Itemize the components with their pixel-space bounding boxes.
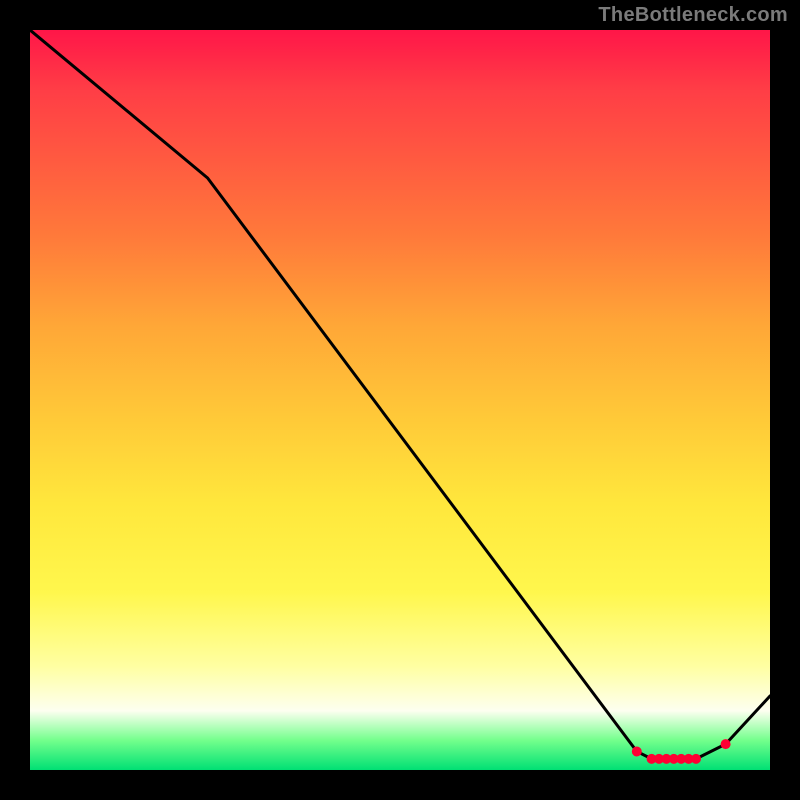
chart-stage: TheBottleneck.com	[0, 0, 800, 800]
marker-point	[691, 754, 701, 764]
series-markers	[632, 739, 731, 764]
chart-svg	[30, 30, 770, 770]
marker-point	[632, 747, 642, 757]
series-curve	[30, 30, 770, 759]
watermark-text: TheBottleneck.com	[598, 4, 788, 27]
marker-point	[721, 739, 731, 749]
plot-area	[30, 30, 770, 770]
